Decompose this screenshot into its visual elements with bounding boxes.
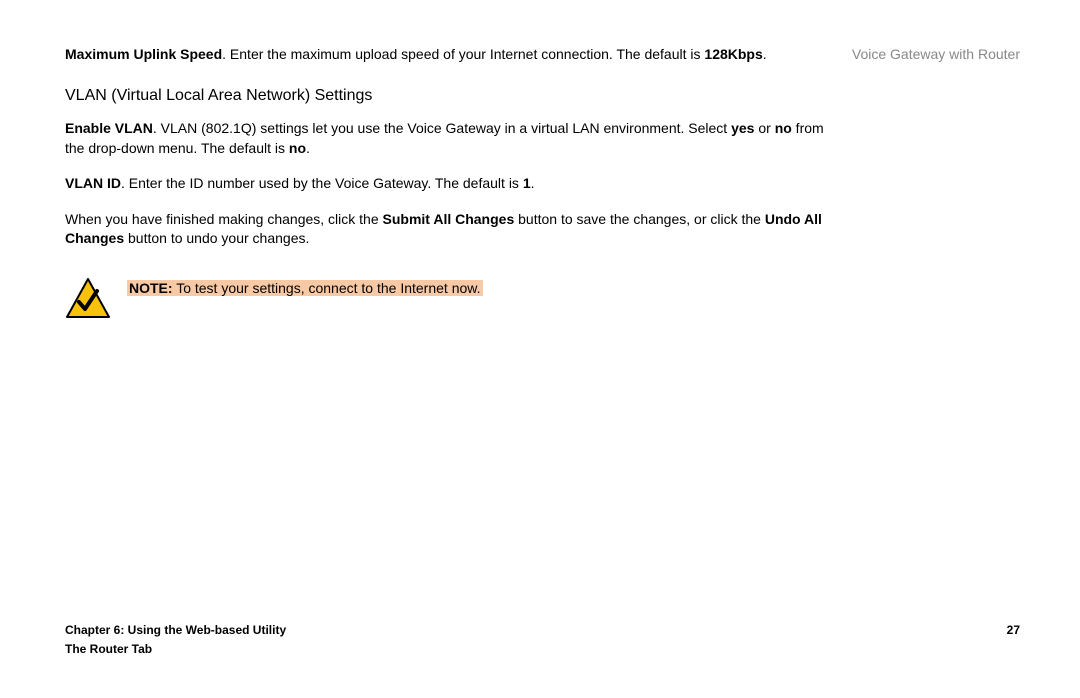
note-body: To test your settings, connect to the In… [176,280,480,296]
footer-page-number: 27 [1007,622,1020,639]
vlan-id-label: VLAN ID [65,175,121,191]
vlan-enable-paragraph: Enable VLAN. VLAN (802.1Q) settings let … [65,119,843,158]
vlan-enable-no: no [775,120,792,136]
vlan-enable-text-1: . VLAN (802.1Q) settings let you use the… [153,120,731,136]
note-highlight: NOTE: To test your settings, connect to … [127,280,483,296]
vlan-enable-text-4: . [306,140,310,156]
body-area: Maximum Uplink Speed. Enter the maximum … [65,45,843,317]
submit-text-3: button to undo your changes. [124,230,309,246]
uplink-text-2: . [763,46,767,62]
submit-text-2: button to save the changes, or click the [514,211,765,227]
uplink-text-1: . Enter the maximum upload speed of your… [222,46,704,62]
vlan-id-paragraph: VLAN ID. Enter the ID number used by the… [65,174,843,194]
note-label: NOTE: [129,280,173,296]
vlan-enable-label: Enable VLAN [65,120,153,136]
uplink-label: Maximum Uplink Speed [65,46,222,62]
uplink-default: 128Kbps [704,46,762,62]
note-warning-check-icon [65,277,111,317]
note-text-wrap: NOTE: To test your settings, connect to … [127,279,483,299]
uplink-paragraph: Maximum Uplink Speed. Enter the maximum … [65,45,843,65]
vlan-enable-text-2: or [754,120,774,136]
note-block: NOTE: To test your settings, connect to … [65,277,843,317]
vlan-enable-yes: yes [731,120,754,136]
vlan-id-default: 1 [523,175,531,191]
submit-all-button-label: Submit All Changes [383,211,515,227]
document-page: Voice Gateway with Router Maximum Uplink… [0,0,1080,698]
vlan-heading: VLAN (Virtual Local Area Network) Settin… [65,85,843,107]
header-product-title: Voice Gateway with Router [852,45,1020,65]
submit-text-1: When you have finished making changes, c… [65,211,383,227]
vlan-enable-default: no [289,140,306,156]
footer-section: The Router Tab [65,641,1020,658]
vlan-id-text-2: . [531,175,535,191]
footer-chapter: Chapter 6: Using the Web-based Utility [65,622,286,639]
page-footer: Chapter 6: Using the Web-based Utility 2… [65,622,1020,658]
vlan-id-text-1: . Enter the ID number used by the Voice … [121,175,523,191]
submit-paragraph: When you have finished making changes, c… [65,210,843,249]
